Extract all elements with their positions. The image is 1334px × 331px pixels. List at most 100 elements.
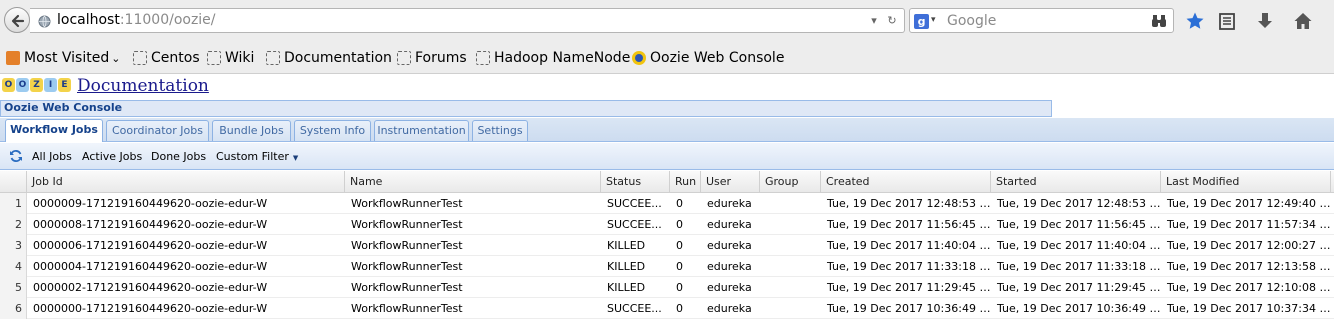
search-engine-dropdown-icon[interactable]: ▾ bbox=[931, 15, 936, 25]
cell-name: WorkflowRunnerTest bbox=[351, 239, 463, 252]
bookmark-wiki[interactable]: Wiki bbox=[207, 49, 254, 67]
page-icon bbox=[207, 51, 221, 65]
cell-created: Tue, 19 Dec 2017 11:29:45 GMT bbox=[827, 281, 991, 294]
tab-workflow-jobs[interactable]: Workflow Jobs bbox=[5, 119, 103, 142]
cell-group bbox=[760, 214, 821, 235]
cell-status: SUCCEE... bbox=[607, 197, 662, 210]
cell-started: Tue, 19 Dec 2017 11:29:45 GMT bbox=[997, 281, 1161, 294]
jobs-toolbar: All Jobs Active Jobs Done Jobs Custom Fi… bbox=[0, 143, 1334, 170]
cell-name: WorkflowRunnerTest bbox=[351, 260, 463, 273]
download-icon[interactable] bbox=[1255, 11, 1275, 31]
cell-started: Tue, 19 Dec 2017 11:33:18 GMT bbox=[997, 260, 1161, 273]
cell-group bbox=[760, 235, 821, 256]
star-icon[interactable] bbox=[1185, 11, 1205, 31]
chevron-down-icon: ⌄ bbox=[111, 51, 121, 65]
bookmark-centos[interactable]: Centos bbox=[133, 49, 200, 67]
bookmark-label: Centos bbox=[151, 50, 200, 66]
logo-letter: E bbox=[58, 78, 71, 92]
home-icon[interactable] bbox=[1293, 11, 1313, 31]
url-host: localhost bbox=[57, 12, 120, 28]
refresh-icon[interactable] bbox=[9, 149, 23, 163]
bookmark-label: Oozie Web Console bbox=[650, 50, 785, 66]
cell-status: KILLED bbox=[607, 281, 646, 294]
tab-settings[interactable]: Settings bbox=[472, 120, 528, 141]
cell-group bbox=[760, 277, 821, 298]
column-header-created[interactable]: Created bbox=[821, 171, 991, 193]
cell-started: Tue, 19 Dec 2017 12:48:53 GMT bbox=[997, 197, 1161, 210]
url-bar[interactable]: localhost:11000/oozie/ ▾ ↻ bbox=[30, 8, 905, 33]
search-bar[interactable]: g ▾ Google bbox=[909, 8, 1174, 33]
cell-user: edureka bbox=[707, 302, 752, 315]
column-header-status[interactable]: Status bbox=[601, 171, 670, 193]
cell-created: Tue, 19 Dec 2017 11:40:04 GMT bbox=[827, 239, 991, 252]
search-placeholder: Google bbox=[947, 13, 997, 29]
cell-user: edureka bbox=[707, 197, 752, 210]
active-jobs-button[interactable]: Active Jobs bbox=[82, 150, 142, 163]
tab-bundle-jobs[interactable]: Bundle Jobs bbox=[212, 120, 291, 141]
bookmark-oozie-web-console[interactable]: Oozie Web Console bbox=[632, 49, 784, 67]
row-number: 1 bbox=[0, 193, 27, 214]
cell-created: Tue, 19 Dec 2017 10:36:49 GMT bbox=[827, 302, 991, 315]
column-header-user[interactable]: User bbox=[701, 171, 760, 193]
reading-list-icon[interactable] bbox=[1217, 11, 1237, 31]
custom-filter-label: Custom Filter bbox=[216, 150, 289, 163]
table-row[interactable]: 2 0000008-171219160449620-oozie-edur-W W… bbox=[0, 214, 1334, 235]
globe-icon bbox=[38, 15, 51, 28]
cell-run: 0 bbox=[676, 218, 683, 231]
bookmark-documentation[interactable]: Documentation bbox=[266, 49, 392, 67]
row-number: 5 bbox=[0, 277, 27, 298]
oozie-icon bbox=[632, 51, 646, 65]
bookmark-label: Documentation bbox=[284, 50, 392, 66]
cell-job-id: 0000006-171219160449620-oozie-edur-W bbox=[33, 239, 268, 252]
table-row[interactable]: 1 0000009-171219160449620-oozie-edur-W W… bbox=[0, 193, 1334, 214]
column-header-row-number[interactable] bbox=[0, 171, 27, 193]
page-icon bbox=[133, 51, 147, 65]
logo-letter: O bbox=[2, 78, 15, 92]
cell-job-id: 0000004-171219160449620-oozie-edur-W bbox=[33, 260, 268, 273]
cell-status: SUCCEE... bbox=[607, 302, 662, 315]
column-header-name[interactable]: Name bbox=[345, 171, 601, 193]
table-row[interactable]: 3 0000006-171219160449620-oozie-edur-W W… bbox=[0, 235, 1334, 256]
cell-job-id: 0000000-171219160449620-oozie-edur-W bbox=[33, 302, 268, 315]
bookmark-label: Forums bbox=[415, 50, 467, 66]
cell-last-modified: Tue, 19 Dec 2017 12:10:08 GMT bbox=[1167, 281, 1334, 294]
cell-started: Tue, 19 Dec 2017 10:36:49 GMT bbox=[997, 302, 1161, 315]
history-dropdown-icon[interactable]: ▾ bbox=[868, 14, 880, 28]
column-header-last-modified[interactable]: Last Modified bbox=[1161, 171, 1331, 193]
table-row[interactable]: 4 0000004-171219160449620-oozie-edur-W W… bbox=[0, 256, 1334, 277]
back-button[interactable] bbox=[4, 7, 30, 33]
column-header-group[interactable]: Group bbox=[760, 171, 821, 193]
cell-last-modified: Tue, 19 Dec 2017 11:57:34 GMT bbox=[1167, 218, 1334, 231]
cell-name: WorkflowRunnerTest bbox=[351, 302, 463, 315]
logo-letter: O bbox=[16, 78, 29, 92]
caret-down-icon: ▼ bbox=[292, 154, 299, 162]
custom-filter-button[interactable]: Custom Filter ▼ bbox=[216, 150, 298, 163]
bookmark-label: Most Visited bbox=[24, 50, 110, 66]
column-header-job-id[interactable]: Job Id bbox=[27, 171, 345, 193]
cell-status: KILLED bbox=[607, 239, 646, 252]
bookmark-hadoop-namenode[interactable]: Hadoop NameNode bbox=[476, 49, 630, 67]
cell-user: edureka bbox=[707, 239, 752, 252]
column-header-started[interactable]: Started bbox=[991, 171, 1161, 193]
tab-instrumentation[interactable]: Instrumentation bbox=[374, 120, 469, 141]
row-number: 2 bbox=[0, 214, 27, 235]
search-engine-icon[interactable]: g bbox=[914, 14, 929, 29]
all-jobs-button[interactable]: All Jobs bbox=[32, 150, 72, 163]
tab-system-info[interactable]: System Info bbox=[294, 120, 371, 141]
bookmark-forums[interactable]: Forums bbox=[397, 49, 467, 67]
url-text[interactable]: localhost:11000/oozie/ bbox=[57, 12, 216, 28]
reload-icon[interactable]: ↻ bbox=[886, 14, 898, 28]
cell-status: KILLED bbox=[607, 260, 646, 273]
column-header-run[interactable]: Run bbox=[670, 171, 701, 193]
cell-job-id: 0000008-171219160449620-oozie-edur-W bbox=[33, 218, 268, 231]
bookmark-most-visited[interactable]: Most Visited ⌄ bbox=[6, 49, 120, 67]
tab-coordinator-jobs[interactable]: Coordinator Jobs bbox=[106, 120, 209, 141]
documentation-link[interactable]: Documentation bbox=[77, 76, 209, 96]
done-jobs-button[interactable]: Done Jobs bbox=[151, 150, 206, 163]
binoculars-icon[interactable] bbox=[1151, 14, 1167, 28]
logo-letter: Z bbox=[30, 78, 43, 92]
table-row[interactable]: 5 0000002-171219160449620-oozie-edur-W W… bbox=[0, 277, 1334, 298]
cell-job-id: 0000009-171219160449620-oozie-edur-W bbox=[33, 197, 268, 210]
table-row[interactable]: 6 0000000-171219160449620-oozie-edur-W W… bbox=[0, 298, 1334, 319]
row-number: 6 bbox=[0, 298, 27, 319]
